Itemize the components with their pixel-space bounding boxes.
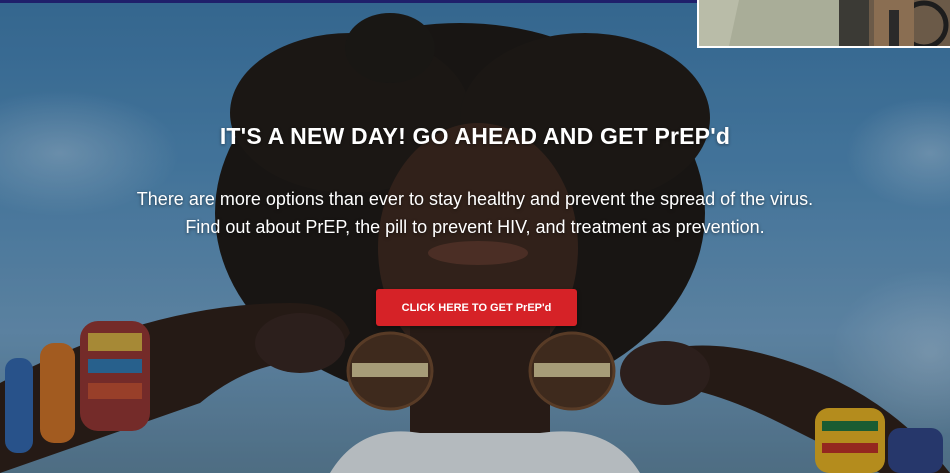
hero-description-line: Find out about PrEP, the pill to prevent… [185,217,765,237]
corner-thumbnail-image [697,0,950,48]
hero-headline: IT'S A NEW DAY! GO AHEAD AND GET PrEP'd [219,123,731,149]
hero-section: IT'S A NEW DAY! GO AHEAD AND GET PrEP'd … [0,3,950,473]
hero-description: There are more options than ever to stay… [0,185,950,241]
hero-description-line: There are more options than ever to stay… [136,189,814,209]
get-prepd-button[interactable]: CLICK HERE TO GET PrEP'd [376,289,577,326]
